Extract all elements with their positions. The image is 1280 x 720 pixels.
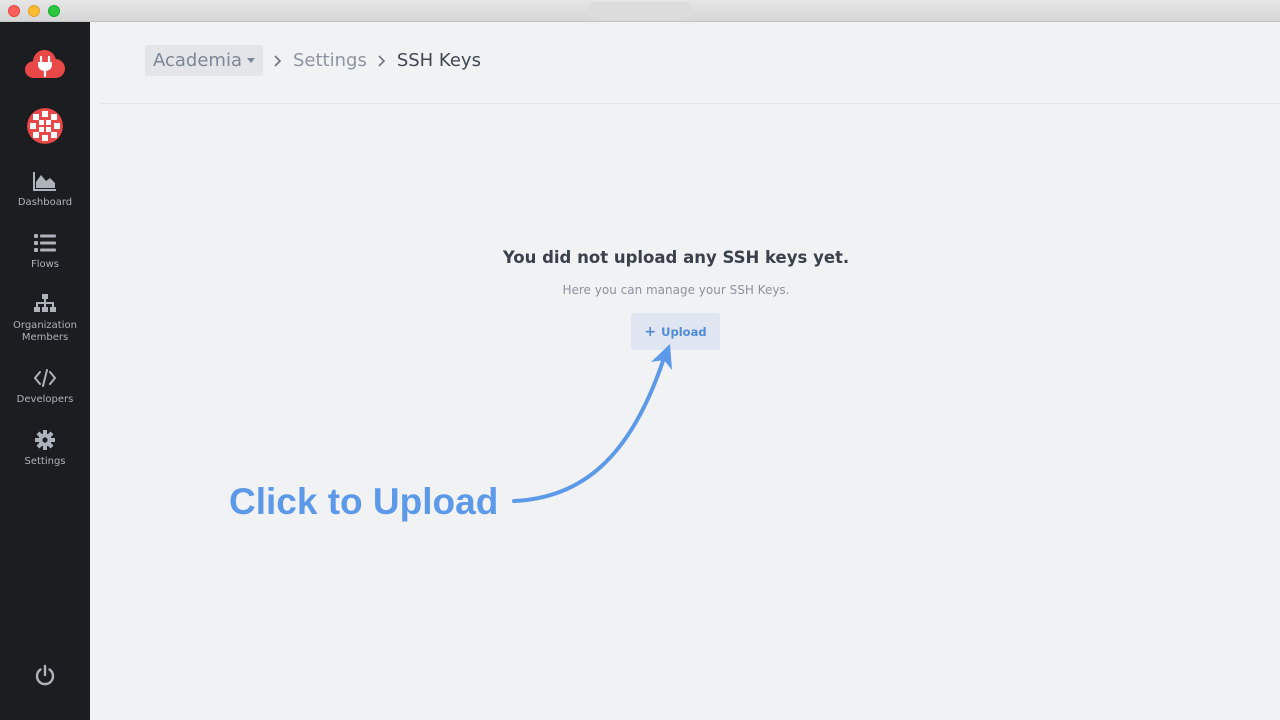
sidebar-item-label: Settings — [24, 456, 66, 467]
area-chart-icon — [33, 172, 56, 191]
breadcrumb-current: SSH Keys — [396, 50, 481, 71]
minimize-window-button[interactable] — [28, 5, 40, 17]
annotation-arrow-icon — [512, 344, 672, 503]
sidebar-item-label: Developers — [16, 394, 74, 405]
plus-icon: + — [644, 323, 657, 340]
organization-switcher[interactable]: Academia — [145, 45, 263, 76]
sidebar-item-dashboard[interactable]: Dashboard — [0, 170, 90, 209]
sidebar-item-label: Organization Members — [13, 320, 77, 343]
sidebar-item-organization-members[interactable]: Organization Members — [0, 293, 90, 344]
sidebar-item-label: Dashboard — [17, 197, 73, 208]
title-bar-tab — [590, 2, 690, 20]
close-window-button[interactable] — [8, 5, 20, 17]
power-icon[interactable] — [33, 663, 57, 687]
code-icon — [34, 369, 56, 387]
title-bar — [0, 0, 1280, 22]
app-window: Dashboard Flows Organization Members Dev… — [0, 0, 1280, 720]
sidebar-item-developers[interactable]: Developers — [0, 367, 90, 406]
caret-down-icon — [247, 58, 255, 63]
breadcrumb-settings-link[interactable]: Settings — [293, 50, 367, 71]
sidebar: Dashboard Flows Organization Members Dev… — [0, 22, 90, 720]
empty-state-subtitle: Here you can manage your SSH Keys. — [562, 283, 790, 297]
sidebar-item-label: Flows — [30, 259, 60, 270]
maximize-window-button[interactable] — [48, 5, 60, 17]
sidebar-item-settings[interactable]: Settings — [0, 429, 90, 468]
sidebar-item-flows[interactable]: Flows — [0, 232, 90, 271]
upload-button-label: Upload — [661, 324, 707, 339]
breadcrumb: Academia Settings SSH Keys — [145, 45, 481, 76]
chevron-right-icon — [367, 54, 397, 68]
empty-state-title: You did not upload any SSH keys yet. — [502, 248, 850, 267]
chevron-right-icon — [263, 54, 293, 68]
cloud-plug-icon[interactable] — [25, 48, 65, 80]
header-divider — [100, 103, 1280, 104]
gear-icon — [35, 430, 55, 450]
annotation-text: Click to Upload — [229, 481, 499, 522]
organization-name: Academia — [153, 50, 242, 71]
sitemap-icon — [34, 294, 56, 312]
upload-button[interactable]: + Upload — [631, 313, 720, 350]
list-icon — [34, 234, 56, 252]
org-avatar-icon[interactable] — [27, 108, 63, 144]
